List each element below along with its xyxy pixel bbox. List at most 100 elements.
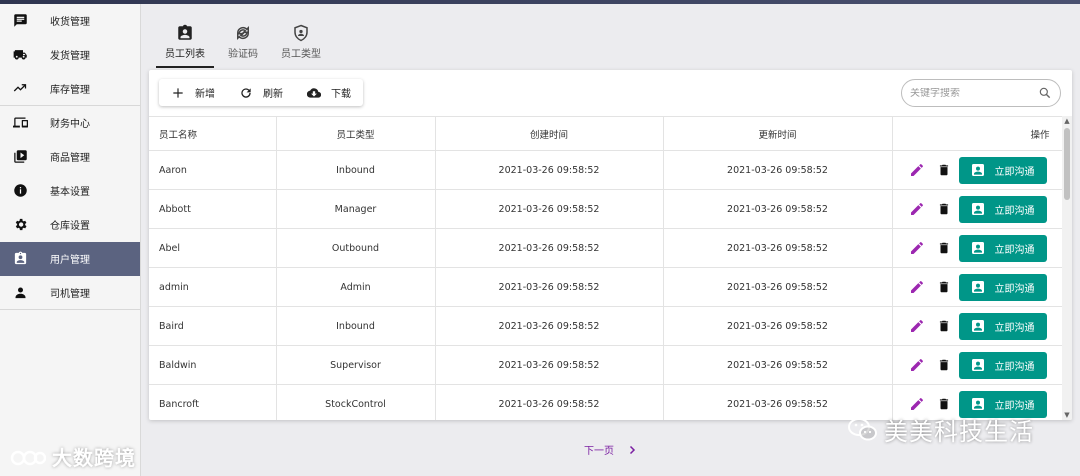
delete-trash-icon[interactable] <box>937 358 951 372</box>
search-input[interactable] <box>910 87 1030 99</box>
sidebar-item-finance[interactable]: 财务中心 <box>0 106 140 140</box>
download-button[interactable]: 下载 <box>295 79 363 106</box>
edit-pencil-icon[interactable] <box>909 396 925 412</box>
delete-trash-icon[interactable] <box>937 163 951 177</box>
edit-pencil-icon[interactable] <box>909 357 925 373</box>
search-box <box>901 79 1061 107</box>
sidebar-item-inventory[interactable]: 库存管理 <box>0 72 140 106</box>
edit-pencil-icon[interactable] <box>909 240 925 256</box>
table-row: admin Admin 2021-03-26 09:58:52 2021-03-… <box>149 267 1072 307</box>
table-row: Aaron Inbound 2021-03-26 09:58:52 2021-0… <box>149 150 1072 190</box>
delete-trash-icon[interactable] <box>937 280 951 294</box>
edit-pencil-icon[interactable] <box>909 201 925 217</box>
cell-type: StockControl <box>276 384 436 420</box>
delete-trash-icon[interactable] <box>937 319 951 333</box>
cell-created: 2021-03-26 09:58:52 <box>435 384 664 420</box>
contact-card-icon <box>971 281 984 293</box>
badge-icon <box>12 251 28 267</box>
plus-icon <box>173 87 183 98</box>
sidebar-item-label: 商品管理 <box>50 153 90 164</box>
sidebar-item-label: 用户管理 <box>50 255 90 266</box>
contact-card-icon <box>971 203 984 215</box>
gear-icon <box>12 217 28 233</box>
chevron-right-icon <box>629 445 636 454</box>
tab-label: 员工类型 <box>281 49 321 60</box>
chat-now-button[interactable]: 立即沟通 <box>958 156 1047 184</box>
sidebar-item-products[interactable]: 商品管理 <box>0 140 140 174</box>
cell-name: Abel <box>149 228 277 268</box>
sidebar-item-label: 库存管理 <box>50 85 90 96</box>
edit-pencil-icon[interactable] <box>909 318 925 334</box>
sidebar-item-warehouse-settings[interactable]: 仓库设置 <box>0 208 140 242</box>
trend-icon <box>12 81 28 97</box>
sidebar-item-basic-settings[interactable]: 基本设置 <box>0 174 140 208</box>
edit-pencil-icon[interactable] <box>909 162 925 178</box>
cell-created: 2021-03-26 09:58:52 <box>435 345 664 385</box>
refresh-icon <box>241 87 251 98</box>
sidebar-item-user-management[interactable]: 用户管理 <box>0 242 140 276</box>
devices-icon <box>12 115 28 131</box>
contact-card-icon <box>971 242 984 254</box>
chat-now-button[interactable]: 立即沟通 <box>958 312 1047 340</box>
delete-trash-icon[interactable] <box>937 202 951 216</box>
table-row: Baird Inbound 2021-03-26 09:58:52 2021-0… <box>149 306 1072 346</box>
chat-now-button[interactable]: 立即沟通 <box>958 195 1047 223</box>
sidebar-item-shipping[interactable]: 发货管理 <box>0 38 140 72</box>
tab-verification-code[interactable]: 验证码 <box>214 22 272 68</box>
chat-now-button[interactable]: 立即沟通 <box>958 273 1047 301</box>
cell-type: Inbound <box>276 150 436 190</box>
scrollbar-thumb[interactable] <box>1064 128 1070 200</box>
scroll-down-arrow-icon[interactable]: ▼ <box>1063 411 1071 419</box>
edit-pencil-icon[interactable] <box>909 279 925 295</box>
shield-user-icon <box>292 24 310 42</box>
cell-updated: 2021-03-26 09:58:52 <box>663 345 893 385</box>
download-button-label: 下载 <box>331 89 351 100</box>
refresh-button[interactable]: 刷新 <box>227 79 295 106</box>
cell-actions: 立即沟通 <box>892 306 1072 346</box>
cell-name: Aaron <box>149 150 277 190</box>
column-header-updated[interactable]: 更新时间 <box>663 116 893 151</box>
tab-employee-list[interactable]: 员工列表 <box>156 22 214 68</box>
cell-name: Baldwin <box>149 345 277 385</box>
delete-trash-icon[interactable] <box>937 241 951 255</box>
cell-name: admin <box>149 267 277 307</box>
chat-now-label: 立即沟通 <box>994 400 1035 412</box>
table-row: Abbott Manager 2021-03-26 09:58:52 2021-… <box>149 189 1072 229</box>
cell-name: Bancroft <box>149 384 277 420</box>
contact-card-icon <box>971 164 984 176</box>
toolbar: 新增 刷新 下载 <box>159 79 363 106</box>
column-header-actions: 操作 <box>892 116 1072 151</box>
chat-now-label: 立即沟通 <box>994 166 1035 178</box>
delete-trash-icon[interactable] <box>937 397 951 411</box>
tab-employee-type[interactable]: 员工类型 <box>272 22 330 68</box>
vertical-scrollbar[interactable]: ▲ ▼ <box>1062 116 1072 420</box>
tab-label: 员工列表 <box>165 49 205 60</box>
watermark-left: 大数跨境 <box>10 440 136 472</box>
chat-now-button[interactable]: 立即沟通 <box>958 234 1047 262</box>
search-icon[interactable] <box>1038 86 1052 100</box>
add-button-label: 新增 <box>195 89 215 100</box>
column-header-name[interactable]: 员工名称 <box>149 116 277 151</box>
next-page-link[interactable]: 下一页 <box>584 442 638 457</box>
contact-card-icon <box>971 359 984 371</box>
cell-created: 2021-03-26 09:58:52 <box>435 150 664 190</box>
truck-icon <box>12 47 28 63</box>
watermark-right-text: 美美科技生活 <box>884 418 1034 446</box>
sidebar-item-receiving[interactable]: 收货管理 <box>0 4 140 38</box>
cell-type: Outbound <box>276 228 436 268</box>
sidebar-item-label: 基本设置 <box>50 187 90 198</box>
chat-icon <box>12 13 28 29</box>
sidebar-item-drivers[interactable]: 司机管理 <box>0 276 140 310</box>
top-accent-bar <box>0 0 1080 4</box>
add-button[interactable]: 新增 <box>159 79 227 106</box>
column-header-type[interactable]: 员工类型 <box>276 116 436 151</box>
scroll-up-arrow-icon[interactable]: ▲ <box>1063 117 1071 125</box>
column-header-created[interactable]: 创建时间 <box>435 116 664 151</box>
cell-name: Abbott <box>149 189 277 229</box>
cell-created: 2021-03-26 09:58:52 <box>435 189 664 229</box>
cell-created: 2021-03-26 09:58:52 <box>435 306 664 346</box>
chat-now-button[interactable]: 立即沟通 <box>958 351 1047 379</box>
cell-actions: 立即沟通 <box>892 189 1072 229</box>
employee-table: 员工名称 员工类型 创建时间 更新时间 操作 Aaron Inbound 202… <box>149 116 1072 420</box>
sidebar-item-label: 司机管理 <box>50 289 90 300</box>
